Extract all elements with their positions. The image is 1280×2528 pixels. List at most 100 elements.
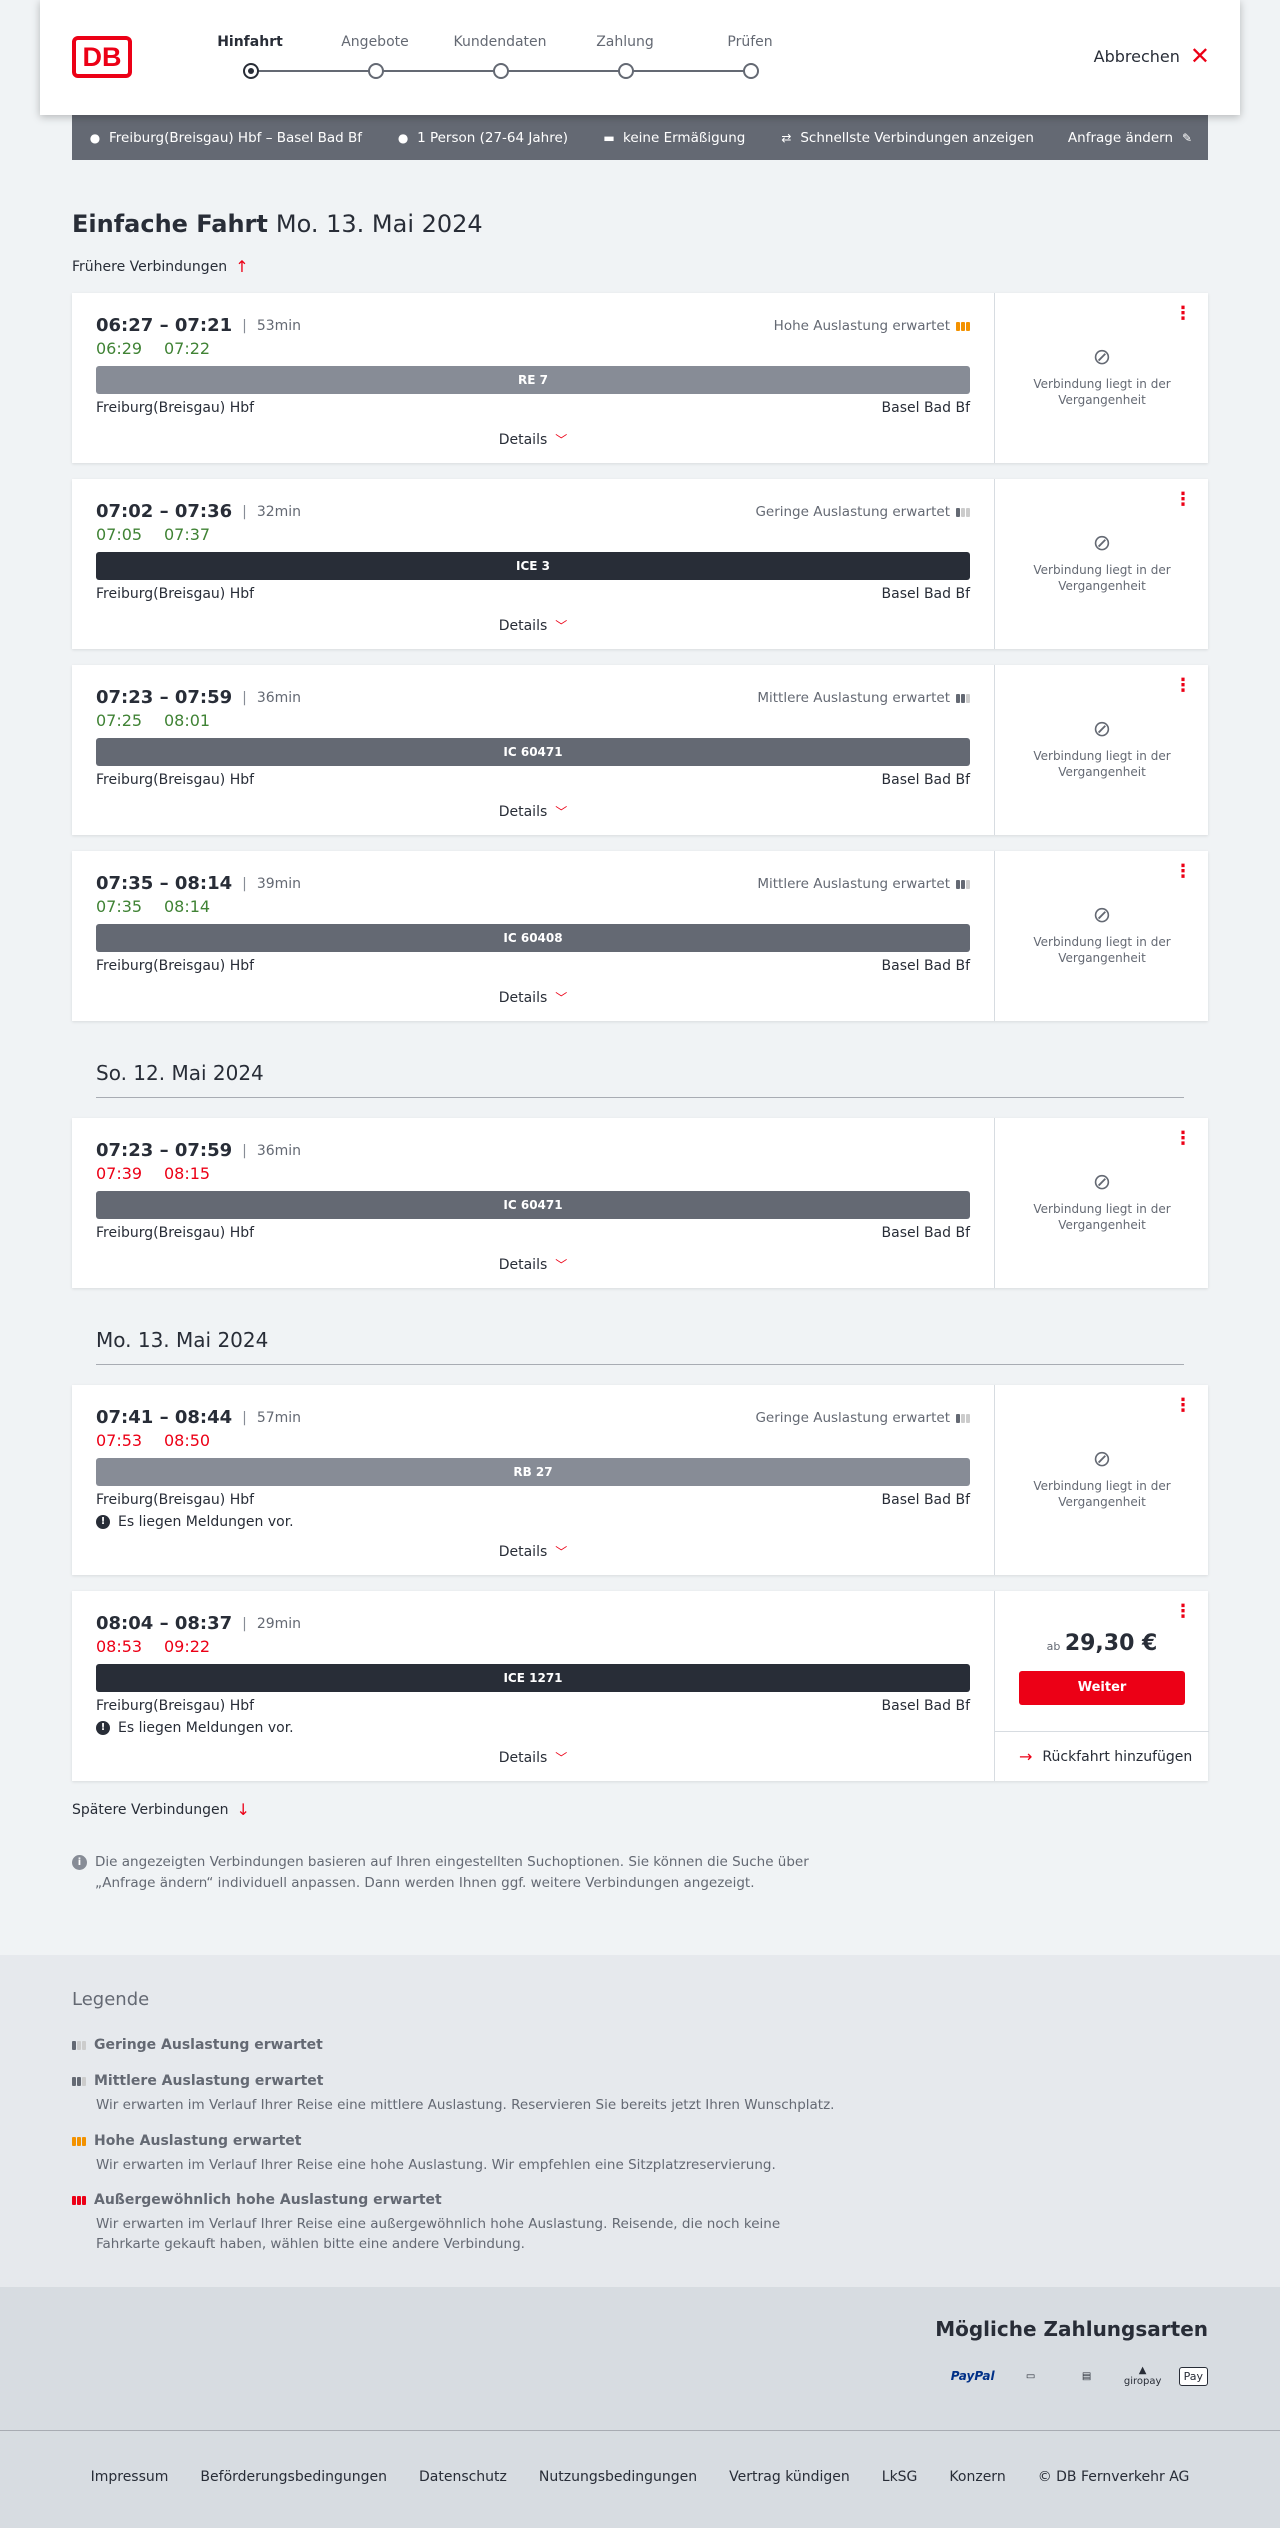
cancel-button[interactable]: Abbrechen ✕ <box>1094 44 1210 68</box>
alert-icon: ! <box>96 1721 110 1735</box>
scheduled-time: 08:04 – 08:37 <box>96 1613 233 1634</box>
realtime-arrival: 07:37 <box>164 525 211 544</box>
details-toggle[interactable]: Details ﹀ <box>72 803 994 820</box>
footer-link-befoerderungsbedingungen[interactable]: Beförderungsbedingungen <box>200 2469 387 2485</box>
cart-status-text: Verbindung liegt in der Vergangenheit <box>1033 1479 1171 1509</box>
connection-side: ⋮ ⊘ Verbindung liegt in der Vergangenheit <box>994 293 1208 463</box>
connection-main[interactable]: 07:35 – 08:14 | 39min 07:35 08:14 Mittlere… <box>72 851 994 1021</box>
duration: 29min <box>256 1615 302 1632</box>
earlier-connections-link[interactable]: Frühere Verbindungen ↑ <box>72 257 249 276</box>
train-bar: ICE 3 <box>96 552 970 580</box>
connection-times: 07:35 – 08:14 | 39min <box>96 873 301 894</box>
separator: | <box>242 875 247 892</box>
step-dot-hinfahrt <box>243 63 259 79</box>
db-logo[interactable]: DB <box>72 36 132 78</box>
arrival-station: Basel Bad Bf <box>881 1492 970 1508</box>
step-pruefen: Prüfen <box>727 34 773 50</box>
legend-label: Mittlere Auslastung erwartet <box>94 2073 324 2089</box>
details-toggle[interactable]: Details ﹀ <box>72 989 994 1006</box>
details-label: Details <box>498 618 548 634</box>
details-toggle[interactable]: Details ﹀ <box>72 1256 994 1273</box>
connection-side: ⋮ ab 29,30 € Weiter → Rückfahrt hinzufüge… <box>994 1591 1209 1781</box>
more-options-icon[interactable]: ⋮ <box>1174 491 1192 509</box>
later-connections-link[interactable]: Spätere Verbindungen ↓ <box>72 1800 250 1819</box>
more-options-icon[interactable]: ⋮ <box>1174 305 1192 323</box>
cart-disabled-icon: ⊘ <box>1092 531 1112 556</box>
load-low-icon <box>956 507 970 517</box>
footer-copyright: © DB Fernverkehr AG <box>1037 2469 1190 2485</box>
step-dot-zahlung <box>618 63 634 79</box>
departure-station: Freiburg(Breisgau) Hbf <box>96 1698 255 1714</box>
details-toggle[interactable]: Details ﹀ <box>72 617 994 634</box>
notice-message: ! Es liegen Meldungen vor. <box>96 1720 294 1736</box>
edit-request-button[interactable]: Anfrage ändern ✎ <box>1068 130 1194 146</box>
cart-status: ⊘ Verbindung liegt in der Vergangenheit <box>995 717 1209 780</box>
arrival-station: Basel Bad Bf <box>881 400 970 416</box>
notice-text: Es liegen Meldungen vor. <box>118 1514 294 1530</box>
cart-disabled-icon: ⊘ <box>1092 345 1112 370</box>
footer-link-vertrag-kuendigen[interactable]: Vertrag kündigen <box>729 2469 850 2485</box>
cart-status-text: Verbindung liegt in der Vergangenheit <box>1033 935 1171 965</box>
chevron-down-icon: ﹀ <box>555 1258 568 1272</box>
continue-button[interactable]: Weiter <box>1019 1671 1185 1705</box>
connection-main[interactable]: 07:23 – 07:59 | 36min 07:25 08:01 Mittlere… <box>72 665 994 835</box>
header: DB Hinfahrt Angebote Kundendaten Zahlung… <box>40 0 1240 115</box>
footer-link-lksg[interactable]: LkSG <box>882 2469 918 2485</box>
connection-card: 07:41 – 08:44 | 57min 07:53 08:50 Geringe … <box>72 1385 1208 1575</box>
load-text: Hohe Auslastung erwartet <box>773 318 950 334</box>
arrival-station: Basel Bad Bf <box>881 1225 970 1241</box>
cart-status-text: Verbindung liegt in der Vergangenheit <box>1033 749 1171 779</box>
info-icon: i <box>72 1855 87 1870</box>
cart-disabled-icon: ⊘ <box>1092 1447 1112 1472</box>
load-indicator: Geringe Auslastung erwartet <box>755 1410 970 1426</box>
details-toggle[interactable]: Details ﹀ <box>72 1543 994 1560</box>
payment-section: Mögliche Zahlungsarten PayPal ▭ ▤ ▲ girop… <box>0 2287 1280 2430</box>
add-return-trip-button[interactable]: → Rückfahrt hinzufügen <box>995 1731 1209 1781</box>
footer-link-nutzungsbedingungen[interactable]: Nutzungsbedingungen <box>539 2469 697 2485</box>
duration: 36min <box>256 689 302 706</box>
cart-status: ⊘ Verbindung liegt in der Vergangenheit <box>995 903 1209 966</box>
connection-main[interactable]: 08:04 – 08:37 | 29min 08:53 09:22 ICE 1271… <box>72 1591 994 1781</box>
connection-side: ⋮ ⊘ Verbindung liegt in der Vergangenheit <box>994 665 1208 835</box>
scheduled-time: 07:02 – 07:36 <box>96 501 233 522</box>
footer-links: Impressum Beförderungsbedingungen Datens… <box>0 2469 1280 2485</box>
cart-status-text: Verbindung liegt in der Vergangenheit <box>1033 563 1171 593</box>
more-options-icon[interactable]: ⋮ <box>1174 863 1192 881</box>
more-options-icon[interactable]: ⋮ <box>1174 1397 1192 1415</box>
departure-station: Freiburg(Breisgau) Hbf <box>96 400 255 416</box>
location-pin-icon: ● <box>89 130 101 145</box>
footer-link-datenschutz[interactable]: Datenschutz <box>419 2469 507 2485</box>
load-exceptional-icon <box>72 2195 86 2205</box>
separator: | <box>242 317 247 334</box>
separator: | <box>242 1142 247 1159</box>
connection-main[interactable]: 07:41 – 08:44 | 57min 07:53 08:50 Geringe … <box>72 1385 994 1575</box>
details-toggle[interactable]: Details ﹀ <box>72 1749 994 1766</box>
load-indicator: Mittlere Auslastung erwartet <box>757 690 970 706</box>
legend-label: Außergewöhnlich hohe Auslastung erwartet <box>94 2192 442 2208</box>
load-text: Mittlere Auslastung erwartet <box>757 690 950 706</box>
connection-times: 07:23 – 07:59 | 36min <box>96 1140 301 1161</box>
separator: | <box>242 689 247 706</box>
connection-main[interactable]: 06:27 – 07:21 | 53min 06:29 07:22 Hohe Aus… <box>72 293 994 463</box>
more-options-icon[interactable]: ⋮ <box>1174 1603 1192 1621</box>
scheduled-time: 07:23 – 07:59 <box>96 1140 233 1161</box>
more-options-icon[interactable]: ⋮ <box>1174 1130 1192 1148</box>
connection-main[interactable]: 07:23 – 07:59 | 36min 07:39 08:15 IC 60471… <box>72 1118 994 1288</box>
step-dot-angebote <box>368 63 384 79</box>
duration: 39min <box>256 875 302 892</box>
cart-status: ⊘ Verbindung liegt in der Vergangenheit <box>995 345 1209 408</box>
more-options-icon[interactable]: ⋮ <box>1174 677 1192 695</box>
cart-disabled-icon: ⊘ <box>1092 1170 1112 1195</box>
train-bar: RE 7 <box>96 366 970 394</box>
realtime-arrival: 08:14 <box>164 897 211 916</box>
realtime-departure: 06:29 <box>96 339 143 358</box>
footer-link-konzern[interactable]: Konzern <box>949 2469 1005 2485</box>
realtime-arrival: 07:22 <box>164 339 211 358</box>
connection-main[interactable]: 07:02 – 07:36 | 32min 07:05 07:37 Geringe … <box>72 479 994 649</box>
payment-title: Mögliche Zahlungsarten <box>935 2317 1208 2341</box>
connection-card: 07:35 – 08:14 | 39min 07:35 08:14 Mittlere… <box>72 851 1208 1021</box>
later-label: Spätere Verbindungen <box>72 1801 229 1818</box>
footer-link-impressum[interactable]: Impressum <box>91 2469 169 2485</box>
details-toggle[interactable]: Details ﹀ <box>72 431 994 448</box>
cart-disabled-icon: ⊘ <box>1092 717 1112 742</box>
